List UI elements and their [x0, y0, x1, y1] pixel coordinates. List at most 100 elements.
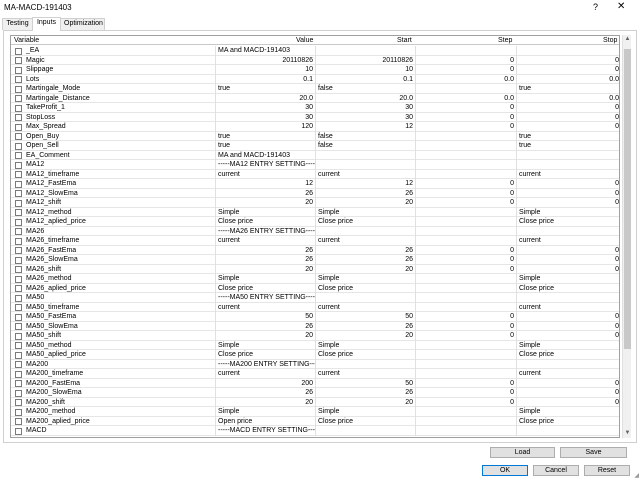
table-row[interactable]: MA200_aplied_price Open price Close price C…	[11, 416, 619, 426]
stop-cell[interactable]: 0	[516, 245, 619, 255]
value-cell[interactable]: 0.1	[215, 74, 315, 84]
table-row[interactable]: MA200 -----MA200 ENTRY SETTING-----	[11, 359, 619, 369]
value-cell[interactable]: Open price	[215, 416, 315, 426]
step-cell[interactable]	[415, 217, 516, 227]
start-cell[interactable]: Simple	[315, 274, 415, 284]
value-cell[interactable]: 20	[215, 198, 315, 208]
load-button[interactable]: Load	[490, 447, 555, 458]
value-cell[interactable]: Close price	[215, 217, 315, 227]
header-value[interactable]: Value	[296, 37, 313, 44]
value-cell[interactable]: true	[215, 84, 315, 94]
step-cell[interactable]	[415, 426, 516, 436]
value-cell[interactable]: Close price	[215, 283, 315, 293]
start-cell[interactable]: 26	[315, 321, 415, 331]
stop-cell[interactable]	[516, 150, 619, 160]
step-cell[interactable]: 0	[415, 388, 516, 398]
stop-cell[interactable]	[516, 359, 619, 369]
step-cell[interactable]	[415, 160, 516, 170]
step-cell[interactable]	[415, 226, 516, 236]
tab-testing[interactable]: Testing	[2, 18, 33, 30]
step-cell[interactable]	[415, 359, 516, 369]
table-row[interactable]: MA200_method Simple Simple Simple	[11, 407, 619, 417]
step-cell[interactable]: 0	[415, 321, 516, 331]
step-cell[interactable]	[415, 350, 516, 360]
ok-button[interactable]: OK	[482, 465, 528, 476]
step-cell[interactable]: 0	[415, 245, 516, 255]
stop-cell[interactable]: 0	[516, 65, 619, 75]
value-cell[interactable]: MA and MACD-191403	[215, 150, 315, 160]
value-cell[interactable]: 26	[215, 321, 315, 331]
start-cell[interactable]: 0.1	[315, 74, 415, 84]
reset-button[interactable]: Reset	[584, 465, 630, 476]
start-cell[interactable]	[315, 293, 415, 303]
start-cell[interactable]: 20	[315, 397, 415, 407]
start-cell[interactable]: 20110826	[315, 55, 415, 65]
start-cell[interactable]: current	[315, 169, 415, 179]
step-cell[interactable]	[415, 207, 516, 217]
value-cell[interactable]: -----MA50 ENTRY SETTING-----	[215, 293, 315, 303]
scroll-thumb[interactable]	[624, 49, 631, 349]
stop-cell[interactable]: Close price	[516, 350, 619, 360]
stop-cell[interactable]: 0	[516, 198, 619, 208]
stop-cell[interactable]: Simple	[516, 207, 619, 217]
step-cell[interactable]: 0	[415, 312, 516, 322]
table-row[interactable]: Martingale_Mode true false true	[11, 84, 619, 94]
stop-cell[interactable]	[516, 293, 619, 303]
start-cell[interactable]: Simple	[315, 340, 415, 350]
table-row[interactable]: MA50_shift 20 20 0 0	[11, 331, 619, 341]
step-cell[interactable]: 0	[415, 188, 516, 198]
table-row[interactable]: MA26 -----MA26 ENTRY SETTING-----	[11, 226, 619, 236]
start-cell[interactable]: Close price	[315, 283, 415, 293]
start-cell[interactable]: Simple	[315, 407, 415, 417]
stop-cell[interactable]: Close price	[516, 217, 619, 227]
step-cell[interactable]	[415, 274, 516, 284]
table-row[interactable]: Open_Buy true false true	[11, 131, 619, 141]
table-row[interactable]: MA12 -----MA12 ENTRY SETTING-----	[11, 160, 619, 170]
stop-cell[interactable]: Simple	[516, 274, 619, 284]
scroll-down-icon[interactable]: ▼	[623, 429, 632, 438]
step-cell[interactable]: 0	[415, 65, 516, 75]
value-cell[interactable]: -----MA12 ENTRY SETTING-----	[215, 160, 315, 170]
stop-cell[interactable]: Close price	[516, 283, 619, 293]
start-cell[interactable]: 50	[315, 312, 415, 322]
start-cell[interactable]	[315, 359, 415, 369]
value-cell[interactable]: 26	[215, 255, 315, 265]
stop-cell[interactable]: 0	[516, 331, 619, 341]
start-cell[interactable]: false	[315, 141, 415, 151]
start-cell[interactable]: 10	[315, 65, 415, 75]
start-cell[interactable]: 30	[315, 103, 415, 113]
start-cell[interactable]: 20	[315, 264, 415, 274]
stop-cell[interactable]: 0	[516, 55, 619, 65]
step-cell[interactable]	[415, 236, 516, 246]
table-row[interactable]: MA12_method Simple Simple Simple	[11, 207, 619, 217]
table-row[interactable]: MA26_aplied_price Close price Close price C…	[11, 283, 619, 293]
table-row[interactable]: MA26_method Simple Simple Simple	[11, 274, 619, 284]
start-cell[interactable]: 26	[315, 388, 415, 398]
value-cell[interactable]: 12	[215, 179, 315, 189]
value-cell[interactable]: 30	[215, 103, 315, 113]
table-row[interactable]: StopLoss 30 30 0 0	[11, 112, 619, 122]
start-cell[interactable]: current	[315, 236, 415, 246]
table-row[interactable]: MA200_timeframe current current current	[11, 369, 619, 379]
start-cell[interactable]: 20.0	[315, 93, 415, 103]
start-cell[interactable]: Close price	[315, 217, 415, 227]
stop-cell[interactable]: current	[516, 236, 619, 246]
table-row[interactable]: MA50_aplied_price Close price Close price C…	[11, 350, 619, 360]
value-cell[interactable]: 26	[215, 188, 315, 198]
step-cell[interactable]	[415, 131, 516, 141]
value-cell[interactable]: 20	[215, 397, 315, 407]
value-cell[interactable]: 200	[215, 378, 315, 388]
table-row[interactable]: MA200_SlowEma 26 26 0 0	[11, 388, 619, 398]
value-cell[interactable]: Simple	[215, 340, 315, 350]
table-row[interactable]: MA12_aplied_price Close price Close price C…	[11, 217, 619, 227]
stop-cell[interactable]: 0	[516, 188, 619, 198]
tab-inputs[interactable]: Inputs	[32, 17, 61, 31]
step-cell[interactable]: 0.0	[415, 74, 516, 84]
value-cell[interactable]: true	[215, 141, 315, 151]
table-row[interactable]: MA50_timeframe current current current	[11, 302, 619, 312]
step-cell[interactable]	[415, 169, 516, 179]
start-cell[interactable]: false	[315, 131, 415, 141]
start-cell[interactable]: 20	[315, 331, 415, 341]
start-cell[interactable]: current	[315, 302, 415, 312]
stop-cell[interactable]: current	[516, 302, 619, 312]
